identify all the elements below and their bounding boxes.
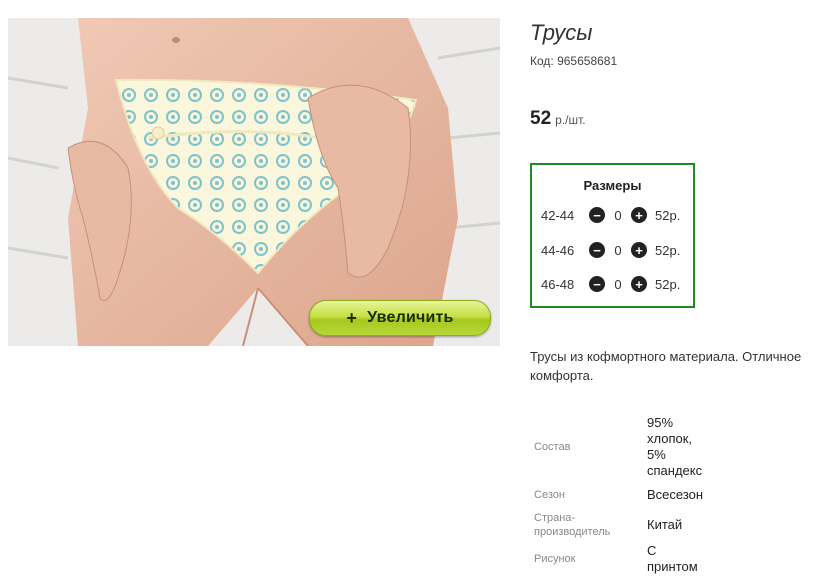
spec-label-season: Сезон	[534, 489, 565, 501]
sizes-panel: Размеры 42-44 − 0 + 52р. 44-46 − 0 + 52р…	[530, 163, 695, 308]
plus-icon: +	[346, 308, 358, 328]
zoom-button[interactable]: + Увеличить	[309, 300, 491, 336]
minus-circle-icon[interactable]: −	[589, 242, 605, 258]
spec-label-print: Рисунок	[534, 553, 576, 565]
spec-value-country: Китай	[647, 517, 683, 532]
product-title: Трусы	[530, 20, 593, 45]
spec-value-line: хлопок,	[647, 431, 693, 446]
description-line: Трусы из кофмортного материала. Отличное	[530, 349, 802, 364]
size-range: 44-46	[541, 242, 575, 258]
plus-circle-icon[interactable]: +	[631, 242, 647, 258]
minus-circle-icon[interactable]: −	[589, 207, 605, 223]
product-image	[8, 18, 500, 346]
product-code: Код: 965658681	[530, 54, 618, 68]
spec-value-line: спандекс	[647, 463, 703, 478]
product-description: Трусы из кофмортного материала. Отличное…	[530, 347, 823, 385]
zoom-button-label: Увеличить	[367, 309, 454, 326]
size-quantity[interactable]: 0	[605, 243, 631, 258]
size-price: 52р.	[655, 276, 681, 292]
spec-value-print: С принтом	[647, 543, 698, 575]
plus-circle-icon[interactable]: +	[631, 276, 647, 292]
size-row: 42-44 − 0 + 52р.	[541, 205, 680, 225]
plus-circle-icon[interactable]: +	[631, 207, 647, 223]
size-quantity[interactable]: 0	[605, 208, 631, 223]
spec-value-line: 95%	[647, 415, 674, 430]
spec-value-composition: 95% хлопок, 5% спандекс	[647, 415, 702, 479]
product-price: 52 р./шт.	[530, 108, 586, 130]
description-line: комфорта.	[530, 368, 594, 383]
size-price: 52р.	[655, 242, 681, 258]
spec-label-line: Страна-	[534, 512, 576, 524]
spec-value-line: 5%	[647, 447, 666, 462]
size-row: 46-48 − 0 + 52р.	[541, 274, 680, 294]
product-photo[interactable]: + Увеличить	[8, 18, 500, 346]
size-row: 44-46 − 0 + 52р.	[541, 240, 680, 260]
spec-label-composition: Состав	[534, 441, 571, 453]
sizes-title: Размеры	[583, 178, 642, 193]
price-unit: р./шт.	[555, 113, 586, 127]
spec-value-line: принтом	[647, 559, 698, 574]
minus-circle-icon[interactable]: −	[589, 276, 605, 292]
size-range: 42-44	[541, 207, 575, 223]
spec-value-line: С	[647, 543, 657, 558]
size-price: 52р.	[655, 207, 681, 223]
size-range: 46-48	[541, 276, 575, 292]
price-value: 52	[530, 108, 552, 129]
size-quantity[interactable]: 0	[605, 277, 631, 292]
product-page: + Увеличить Трусы Код: 965658681 52 р./шт…	[0, 0, 823, 587]
spec-label-line: производитель	[534, 526, 611, 538]
spec-label-country: Страна- производитель	[534, 511, 610, 539]
spec-value-season: Всесезон	[647, 487, 704, 502]
